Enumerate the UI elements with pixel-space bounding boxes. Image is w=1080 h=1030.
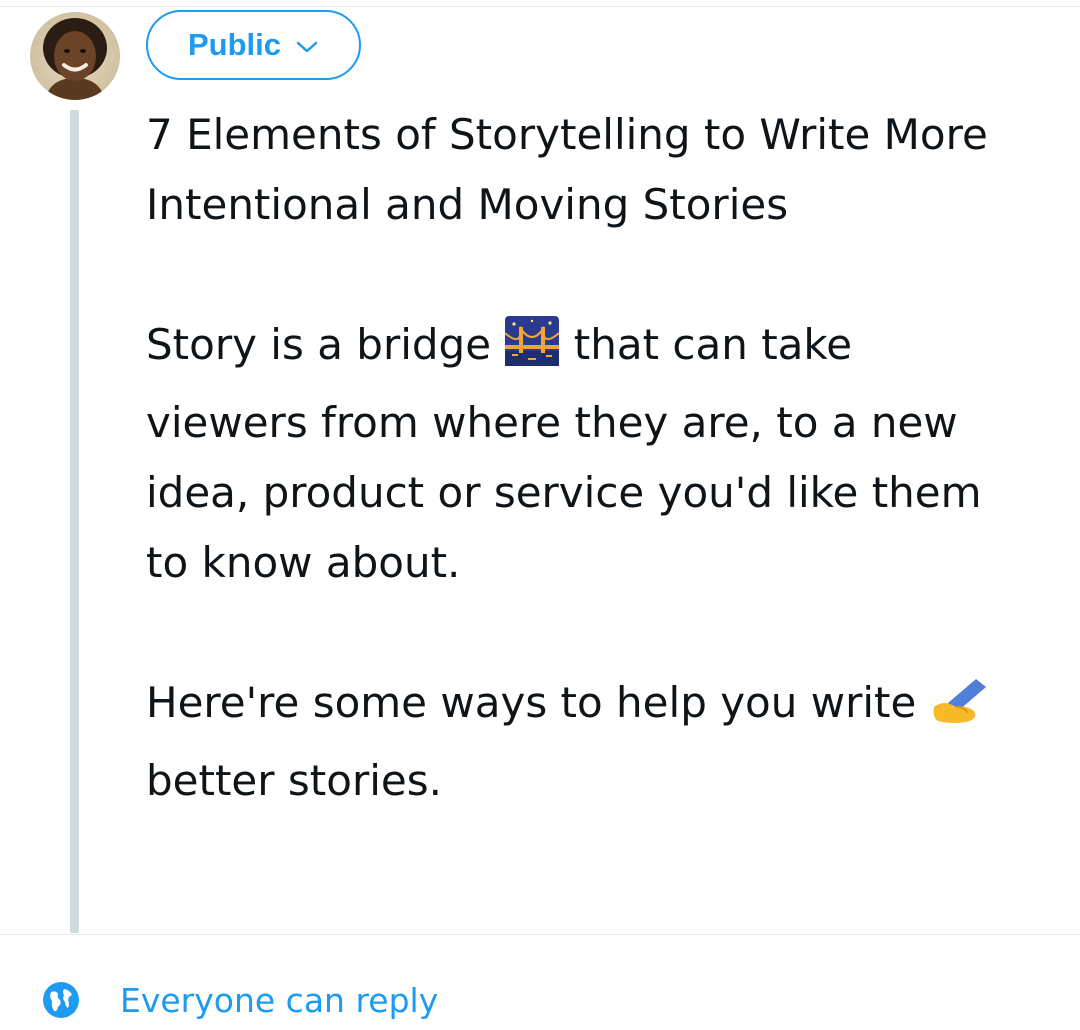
tweet-paragraph-line: to know about.	[146, 538, 461, 587]
text-segment: Story is a bridge	[146, 320, 492, 369]
tweet-paragraph-line: Story is a bridge that can take	[146, 310, 1046, 388]
bottom-divider	[0, 934, 1080, 935]
text-segment: Here're some ways to help you write	[146, 678, 917, 727]
globe-icon	[43, 982, 79, 1018]
writing-hand-emoji	[930, 676, 990, 746]
reply-setting-button[interactable]: Everyone can reply	[42, 970, 438, 1030]
reply-setting-label: Everyone can reply	[120, 980, 439, 1020]
tweet-paragraph-line: viewers from where they are, to a new	[146, 398, 958, 447]
tweet-title-line: 7 Elements of Storytelling to Write More	[146, 110, 988, 159]
text-segment: that can take	[573, 320, 853, 369]
top-divider	[0, 6, 1080, 7]
tweet-title-line: Intentional and Moving Stories	[146, 180, 789, 229]
audience-label: Public	[187, 27, 281, 62]
bridge-at-night-emoji	[504, 315, 561, 388]
tweet-paragraph-line: better stories.	[146, 756, 442, 805]
user-avatar[interactable]	[30, 12, 120, 100]
audience-selector-button[interactable]: Public	[146, 10, 361, 80]
tweet-text[interactable]: 7 Elements of Storytelling to Write More…	[146, 100, 1046, 816]
tweet-paragraph-line: Here're some ways to help you write	[146, 668, 1046, 746]
tweet-paragraph-line: idea, product or service you'd like them	[146, 468, 982, 517]
avatar-image	[30, 12, 120, 100]
thread-line	[70, 110, 79, 933]
chevron-down-icon	[296, 41, 318, 53]
